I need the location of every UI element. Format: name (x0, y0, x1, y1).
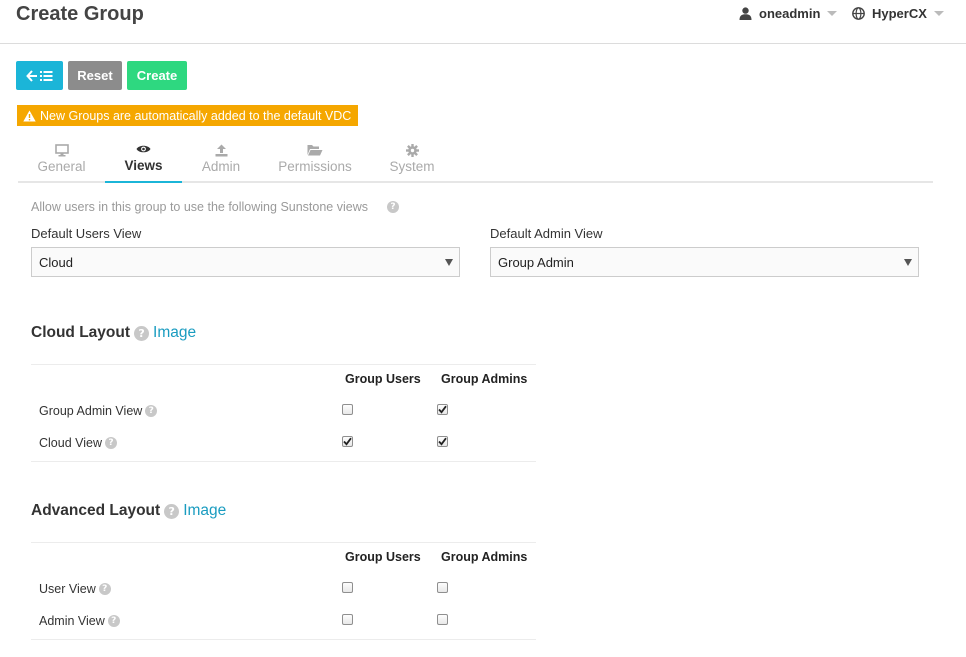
cloud-layout-table: Group Users Group Admins Group Admin Vie… (31, 364, 536, 462)
col-header-group-users: Group Users (345, 372, 421, 386)
user-menu[interactable]: oneadmin (739, 6, 838, 21)
user-icon (739, 7, 752, 20)
monitor-icon (54, 143, 69, 157)
checkbox-cloud-group-admin-view-users[interactable] (342, 404, 353, 415)
warning-text: New Groups are automatically added to th… (40, 108, 352, 123)
tab-label: General (37, 159, 86, 174)
reset-button[interactable]: Reset (68, 61, 122, 90)
checkmark-icon (438, 405, 447, 414)
vdc-warning: New Groups are automatically added to th… (17, 105, 359, 126)
tab-views[interactable]: Views (105, 134, 182, 183)
section-title-text: Advanced Layout (31, 502, 161, 519)
views-hint-text: Allow users in this group to use the fol… (31, 200, 368, 214)
col-header-group-users: Group Users (345, 550, 421, 564)
tab-label: Admin (201, 159, 241, 174)
gear-icon (405, 143, 419, 157)
select-value: Group Admin (498, 254, 574, 270)
zone-menu[interactable]: HyperCX (852, 6, 944, 21)
folder-open-icon (307, 143, 323, 157)
checkbox-advanced-admin-view-users[interactable] (342, 614, 353, 625)
checkbox-cloud-group-admin-view-admins[interactable] (437, 404, 448, 415)
page-title: Create Group (16, 3, 144, 25)
help-icon[interactable]: ? (107, 615, 120, 627)
tab-permissions[interactable]: Permissions (260, 134, 370, 183)
warning-icon (23, 110, 36, 121)
default-admin-view-label: Default Admin View (490, 226, 603, 241)
row-label-admin-view: Admin View ? (39, 614, 120, 628)
default-users-view-label: Default Users View (31, 226, 142, 241)
page-header: Create Group oneadmin HyperCX (0, 0, 966, 44)
advanced-layout-title: Advanced Layout ? Image (31, 502, 226, 520)
checkbox-advanced-user-view-users[interactable] (342, 582, 353, 593)
tab-bar: General Views Admin Permissions System (18, 134, 933, 183)
tab-admin[interactable]: Admin (182, 134, 260, 183)
checkmark-icon (438, 437, 447, 446)
help-icon[interactable]: ? (98, 583, 111, 595)
row-label-group-admin-view: Group Admin View ? (39, 404, 158, 418)
row-label-user-view: User View ? (39, 582, 111, 596)
col-header-group-admins: Group Admins (441, 550, 528, 564)
chevron-down-icon (904, 259, 912, 266)
checkbox-cloud-cloud-view-users[interactable] (342, 436, 353, 447)
checkbox-advanced-user-view-admins[interactable] (437, 582, 448, 593)
globe-icon (852, 7, 865, 20)
zone-name: HyperCX (872, 6, 927, 21)
create-button[interactable]: Create (127, 61, 187, 90)
select-value: Cloud (39, 254, 73, 270)
advanced-layout-table: Group Users Group Admins User View ? Adm… (31, 542, 536, 640)
cloud-layout-title: Cloud Layout ? Image (31, 324, 196, 342)
chevron-down-icon (933, 11, 944, 16)
col-header-group-admins: Group Admins (441, 372, 528, 386)
eye-icon (136, 142, 151, 156)
checkbox-advanced-admin-view-admins[interactable] (437, 614, 448, 625)
upload-icon (215, 143, 228, 157)
help-icon[interactable]: ? (134, 325, 150, 341)
views-hint: Allow users in this group to use the fol… (31, 200, 399, 214)
back-button[interactable] (16, 61, 63, 90)
tab-system[interactable]: System (370, 134, 454, 183)
tab-label: Views (124, 158, 163, 173)
default-admin-view-select[interactable]: Group Admin (490, 247, 919, 277)
tab-label: System (389, 159, 435, 174)
help-icon[interactable]: ? (164, 503, 180, 519)
section-title-text: Cloud Layout (31, 324, 131, 341)
tab-label: Permissions (278, 159, 352, 174)
help-icon[interactable]: ? (105, 437, 118, 449)
back-list-icon (26, 69, 53, 82)
chevron-down-icon (445, 259, 453, 266)
user-name: oneadmin (759, 6, 821, 21)
help-icon[interactable]: ? (145, 405, 158, 417)
help-icon[interactable]: ? (387, 201, 399, 213)
checkmark-icon (343, 437, 352, 446)
tab-general[interactable]: General (18, 134, 105, 183)
checkbox-cloud-cloud-view-admins[interactable] (437, 436, 448, 447)
advanced-layout-image-link[interactable]: Image (183, 502, 226, 520)
default-users-view-select[interactable]: Cloud (31, 247, 460, 277)
row-label-cloud-view: Cloud View ? (39, 436, 118, 450)
cloud-layout-image-link[interactable]: Image (153, 324, 196, 342)
chevron-down-icon (827, 11, 838, 16)
